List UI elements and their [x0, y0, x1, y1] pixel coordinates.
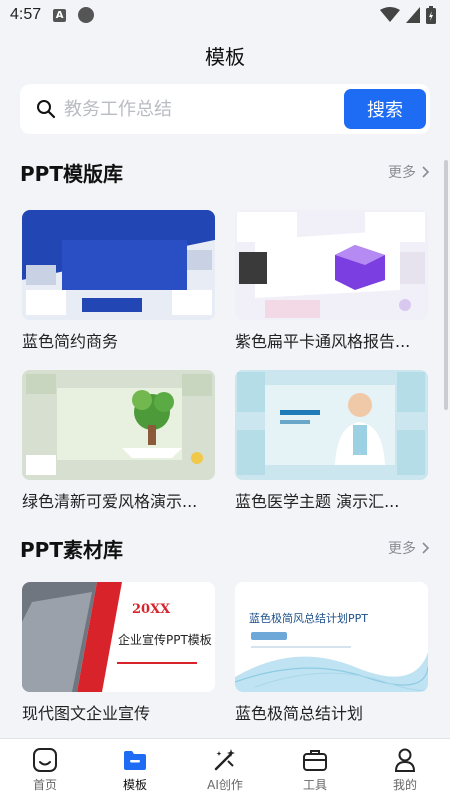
template-card[interactable]: 蓝色医学主题 演示汇...	[235, 370, 428, 512]
tab-label: 首页	[32, 778, 57, 792]
section-title: PPT素材库	[20, 537, 123, 562]
tab-profile[interactable]: 我的	[360, 739, 450, 800]
search-input[interactable]	[64, 98, 344, 120]
search-bar: 搜索	[20, 84, 430, 134]
status-right	[380, 6, 436, 24]
wifi-icon	[380, 7, 400, 22]
tab-label: 工具	[302, 778, 327, 792]
home-face-icon	[33, 748, 57, 772]
more-link[interactable]: 更多	[388, 538, 430, 558]
bottom-tab-bar: 首页 模板 AI创作 工具 我的	[0, 738, 450, 800]
template-thumbnail[interactable]	[22, 210, 215, 320]
battery-icon	[426, 6, 436, 24]
material-thumbnail[interactable]: 蓝色极简风总结计划PPT	[235, 582, 428, 692]
tab-label: 模板	[122, 778, 147, 792]
template-label: 蓝色医学主题 演示汇...	[235, 492, 400, 511]
more-label: 更多	[388, 541, 416, 557]
scrollbar[interactable]	[444, 160, 448, 410]
template-card[interactable]: 紫色扁平卡通风格报告...	[235, 210, 428, 352]
purple-flat-thumb-art	[235, 210, 428, 320]
tab-tools[interactable]: 工具	[270, 739, 360, 800]
material-card[interactable]: 20XX 企业宣传PPT模板 现代图文企业宣传	[22, 582, 215, 724]
ppt-material-header: PPT素材库 更多	[0, 526, 450, 570]
material-card[interactable]: 蓝色极简风总结计划PPT 蓝色极简总结计划	[235, 582, 428, 724]
tab-label: AI创作	[207, 778, 243, 792]
ppt-library-header: PPT模版库 更多	[0, 150, 450, 194]
template-thumbnail[interactable]	[235, 210, 428, 320]
folder-icon	[124, 751, 146, 770]
blue-minimal-thumb-art	[235, 582, 428, 692]
ppt-material-grid: 20XX 企业宣传PPT模板 现代图文企业宣传 蓝色极简风总结计划PPT 蓝色极…	[0, 582, 450, 724]
ppt-library-grid-row2: 绿色清新可爱风格演示... 蓝色医学主题 演示汇...	[0, 370, 450, 512]
chevron-right-icon	[422, 166, 430, 178]
material-thumbnail[interactable]: 20XX 企业宣传PPT模板	[22, 582, 215, 692]
tab-label: 我的	[392, 778, 417, 792]
more-link[interactable]: 更多	[388, 162, 430, 182]
green-tree-thumb-art	[22, 370, 215, 480]
thumb-title: 蓝色极简风总结计划PPT	[249, 612, 368, 625]
template-card[interactable]: 绿色清新可爱风格演示...	[22, 370, 215, 512]
briefcase-icon	[303, 750, 327, 771]
template-card[interactable]: 蓝色简约商务	[22, 210, 215, 352]
blue-medical-thumb-art	[235, 370, 428, 480]
ppt-library-grid: 蓝色简约商务 紫色扁平卡通风格报告...	[0, 210, 450, 352]
material-label: 蓝色极简总结计划	[235, 704, 364, 723]
person-icon	[394, 748, 416, 772]
template-thumbnail[interactable]	[235, 370, 428, 480]
section-title: PPT模版库	[20, 161, 123, 186]
magic-wand-icon	[214, 749, 235, 771]
template-label: 紫色扁平卡通风格报告...	[235, 332, 411, 351]
material-label: 现代图文企业宣传	[22, 704, 151, 723]
thumb-year: 20XX	[132, 602, 171, 617]
search-button[interactable]: 搜索	[344, 89, 426, 129]
tab-home[interactable]: 首页	[0, 739, 90, 800]
circle-notification-icon	[78, 7, 95, 23]
more-label: 更多	[388, 165, 416, 181]
cell-signal-icon	[406, 7, 420, 23]
chevron-right-icon	[422, 542, 430, 554]
template-label: 蓝色简约商务	[22, 332, 119, 351]
blue-business-thumb-art	[22, 210, 215, 320]
tab-templates[interactable]: 模板	[90, 739, 180, 800]
template-thumbnail[interactable]	[22, 370, 215, 480]
a-app-icon: A	[53, 8, 67, 22]
tab-ai-create[interactable]: AI创作	[180, 739, 270, 800]
status-bar: 4:57 A	[0, 0, 450, 30]
thumb-title: 企业宣传PPT模板	[118, 633, 212, 647]
status-time: 4:57	[10, 6, 42, 23]
search-icon	[37, 100, 56, 119]
page-title: 模板	[205, 44, 245, 69]
template-label: 绿色清新可爱风格演示...	[22, 492, 198, 511]
